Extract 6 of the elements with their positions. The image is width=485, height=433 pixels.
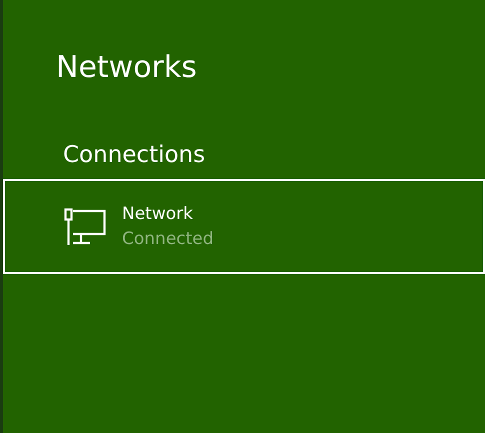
wired-monitor-icon	[64, 208, 106, 246]
section-heading: Connections	[63, 141, 206, 170]
network-name: Network	[122, 202, 194, 226]
page-title: Networks	[56, 49, 198, 87]
network-item[interactable]: Network Connected	[3, 179, 485, 274]
network-status: Connected	[122, 228, 214, 250]
